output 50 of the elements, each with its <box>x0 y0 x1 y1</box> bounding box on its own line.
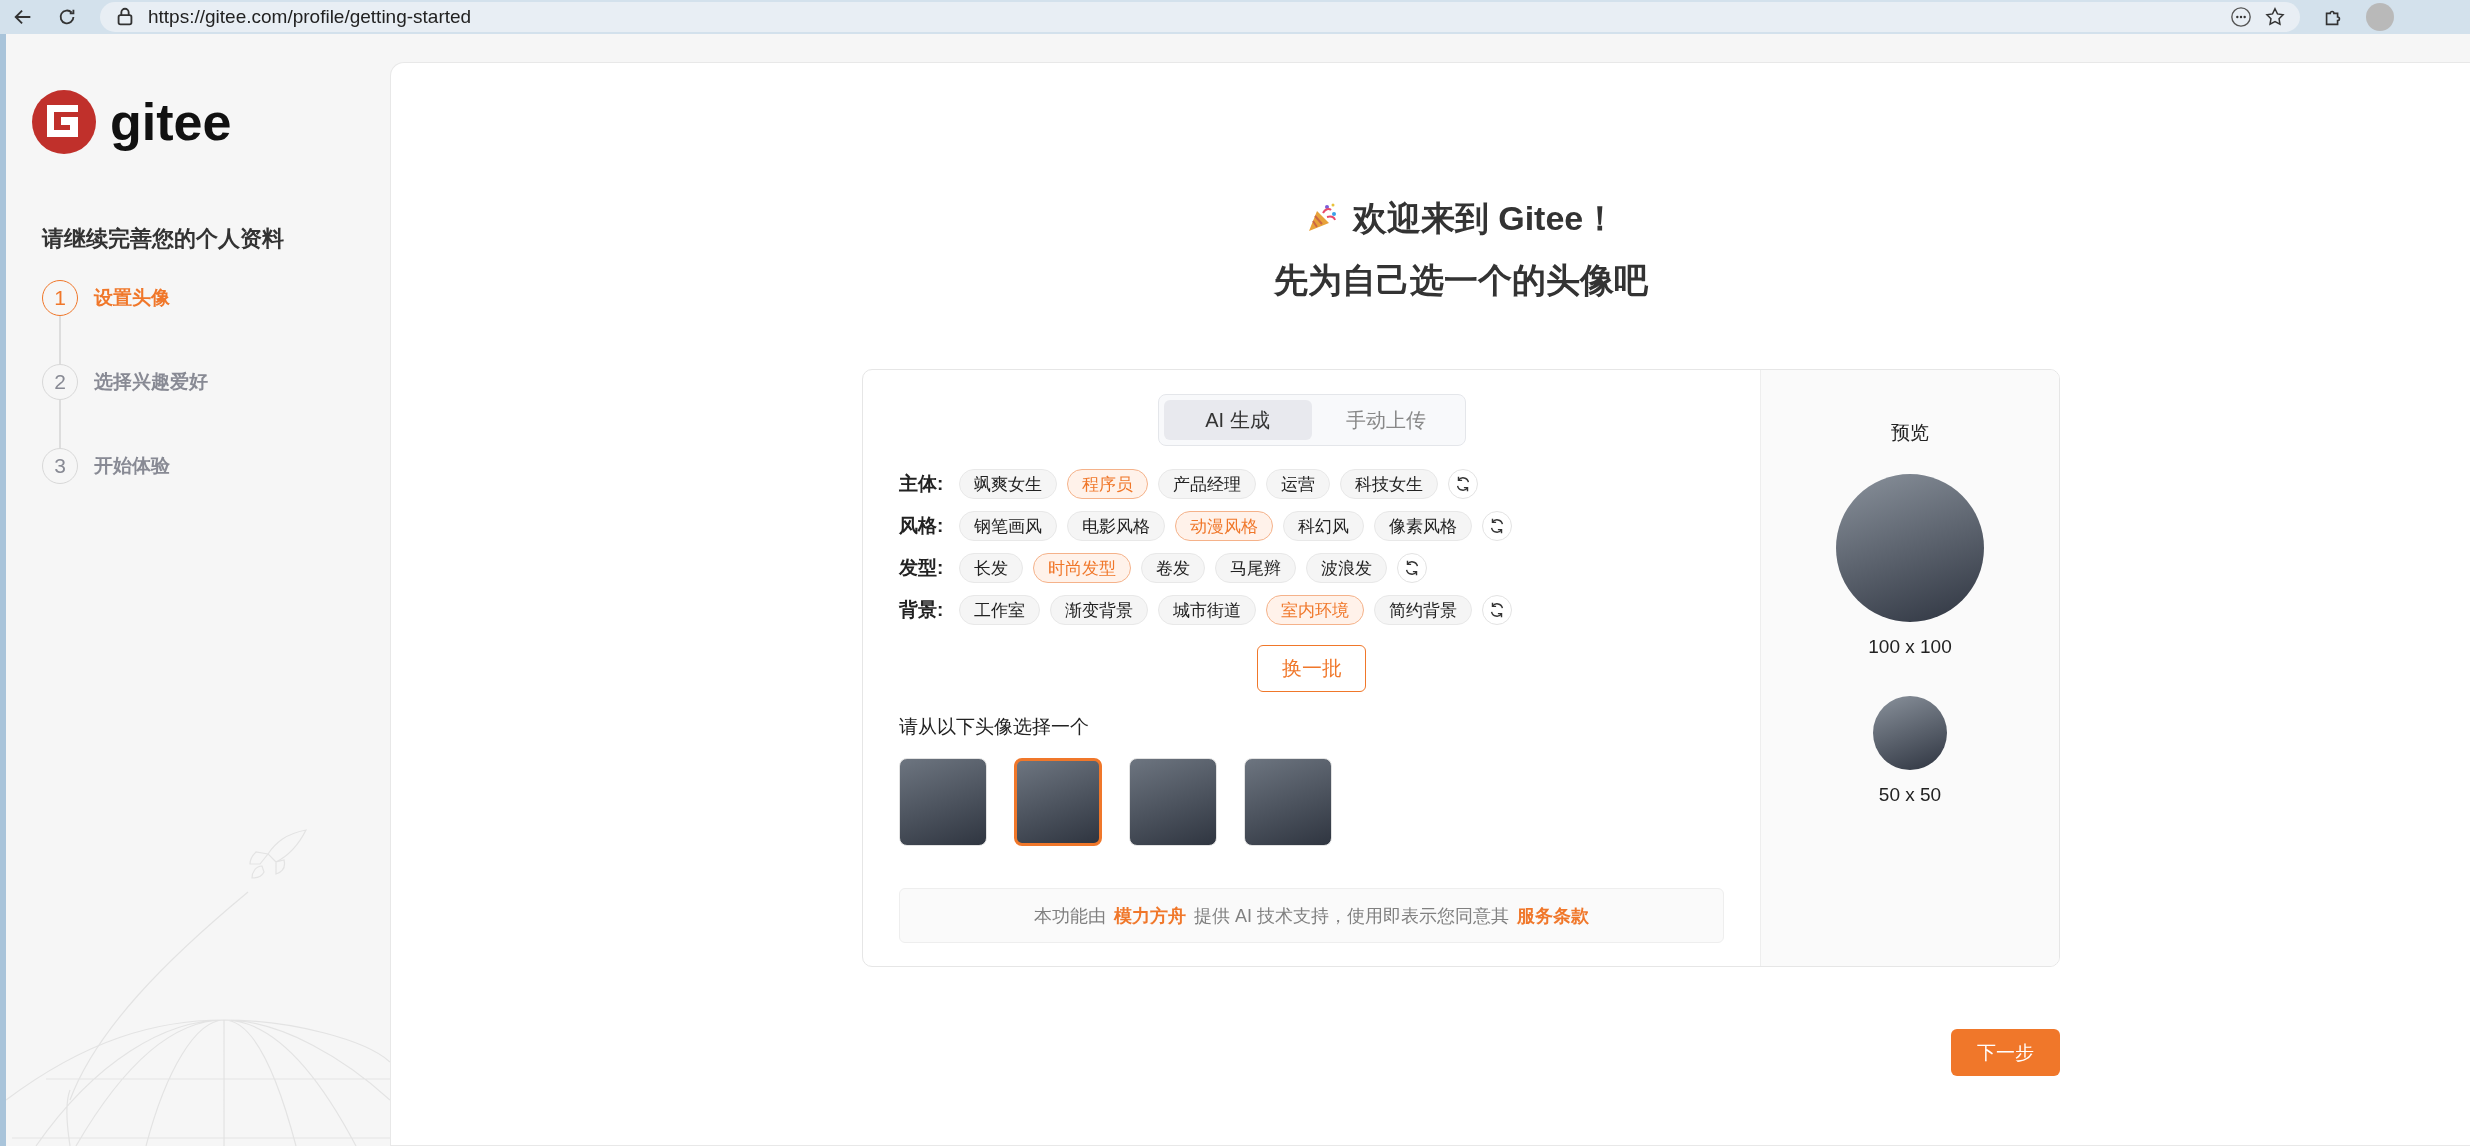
tag-chip[interactable]: 钢笔画风 <box>959 511 1057 541</box>
tab[interactable]: AI 生成 <box>1163 400 1312 440</box>
address-bar[interactable]: https://gitee.com/profile/getting-started <box>100 2 2300 32</box>
tag-chip[interactable]: 科技女生 <box>1340 469 1438 499</box>
step-label: 设置头像 <box>94 286 170 310</box>
refresh-button[interactable] <box>1482 511 1512 541</box>
tag-chip[interactable]: 波浪发 <box>1306 553 1387 583</box>
tag-chip[interactable]: 运营 <box>1266 469 1330 499</box>
tag-chip[interactable]: 飒爽女生 <box>959 469 1057 499</box>
tag-chip[interactable]: 卷发 <box>1141 553 1205 583</box>
sidebar-title: 请继续完善您的个人资料 <box>42 225 285 253</box>
logo-icon[interactable] <box>32 90 96 154</box>
tag-chip[interactable]: 渐变背景 <box>1050 595 1148 625</box>
tag-chip[interactable]: 城市街道 <box>1158 595 1256 625</box>
tag-chip[interactable]: 马尾辫 <box>1215 553 1296 583</box>
avatar-photo-placeholder[interactable] <box>1014 758 1102 846</box>
welcome-heading: 欢迎来到 Gitee！ <box>1352 198 1618 239</box>
more-icon[interactable] <box>2230 6 2252 28</box>
notice-text: 本功能由 <box>1034 904 1106 928</box>
step-label: 选择兴趣爱好 <box>94 370 208 394</box>
tag-row-label: 风格: <box>899 514 945 538</box>
step-number: 2 <box>42 364 78 400</box>
refresh-button[interactable] <box>1397 553 1427 583</box>
refresh-icon <box>1403 559 1421 577</box>
tag-row-label: 发型: <box>899 556 945 580</box>
refresh-icon <box>1488 517 1506 535</box>
step-number: 3 <box>42 448 78 484</box>
tag-chip[interactable]: 工作室 <box>959 595 1040 625</box>
preview-title: 预览 <box>1891 421 1929 445</box>
tag-row-label: 背景: <box>899 598 945 622</box>
tag-chip[interactable]: 像素风格 <box>1374 511 1472 541</box>
preview-size-label: 50 x 50 <box>1878 784 1942 806</box>
tag-chip[interactable]: 产品经理 <box>1158 469 1256 499</box>
star-icon[interactable] <box>2264 6 2286 28</box>
refresh-icon <box>1488 601 1506 619</box>
step-label: 开始体验 <box>94 454 170 478</box>
preview-size-label: 100 x 100 <box>1868 636 1952 658</box>
tag-chip[interactable]: 长发 <box>959 553 1023 583</box>
refresh-button[interactable] <box>1482 595 1512 625</box>
refresh-icon <box>1454 475 1472 493</box>
tag-chip[interactable]: 电影风格 <box>1067 511 1165 541</box>
tag-row-label: 主体: <box>899 472 945 496</box>
page-subheading: 先为自己选一个的头像吧 <box>1274 260 1648 301</box>
step-number: 1 <box>42 280 78 316</box>
notice-text: 提供 AI 技术支持，使用即表示您同意其 <box>1194 904 1509 928</box>
tag-chip[interactable]: 科幻风 <box>1283 511 1364 541</box>
url-text: https://gitee.com/profile/getting-started <box>148 6 473 28</box>
tag-chip[interactable]: 简约背景 <box>1374 595 1472 625</box>
refresh-button[interactable] <box>1448 469 1478 499</box>
avatar-prompt: 请从以下头像选择一个 <box>899 715 1090 739</box>
